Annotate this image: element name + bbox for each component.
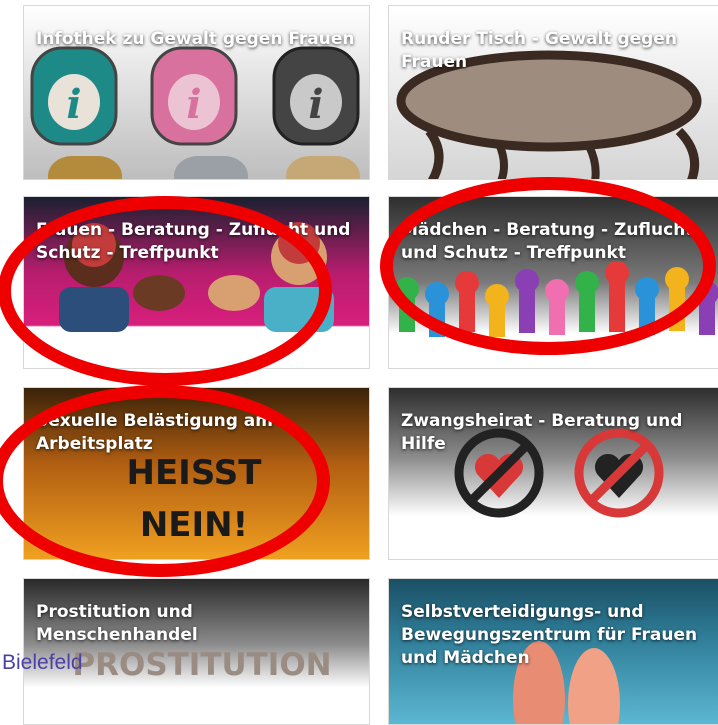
image-text-heisst: HEISST (127, 453, 263, 493)
svg-text:i: i (66, 81, 81, 128)
svg-text:i: i (308, 81, 323, 128)
tile-frauen-beratung[interactable]: Frauen - Beratung - Zuflucht und Schutz … (23, 196, 370, 369)
image-text-nein: NEIN! (140, 505, 248, 545)
svg-text:i: i (186, 81, 201, 128)
tile-title: Mädchen - Beratung - Zuflucht und Schutz… (401, 220, 694, 263)
tile-runder-tisch[interactable]: Runder Tisch - Gewalt gegen Frauen (388, 5, 718, 180)
tile-title: Zwangsheirat - Beratung und Hilfe (401, 411, 683, 454)
tile-zwangsheirat[interactable]: Zwangsheirat - Beratung und Hilfe (388, 387, 718, 560)
image-text-prostitution: PROSTITUTION (72, 647, 331, 683)
tile-title: Frauen - Beratung - Zuflucht und Schutz … (36, 220, 351, 263)
tile-maedchen-beratung[interactable]: Mädchen - Beratung - Zuflucht und Schutz… (388, 196, 718, 369)
tile-title: Sexuelle Belästigung am Arbeitsplatz (36, 411, 273, 454)
tile-title: Runder Tisch - Gewalt gegen Frauen (401, 29, 677, 72)
tile-selbstverteidigung[interactable]: Selbstverteidigungs- und Bewegungszentru… (388, 578, 718, 725)
tile-title: Selbstverteidigungs- und Bewegungszentru… (401, 602, 698, 668)
tile-title: Infothek zu Gewalt gegen Frauen (36, 29, 355, 49)
tile-infothek[interactable]: i i i Infothek zu Gewalt gegen Frauen (23, 5, 370, 180)
tile-title: Prostitution und Menschenhandel (36, 602, 198, 645)
overlay-label: Bielefeld (2, 651, 83, 674)
tile-belaestigung[interactable]: HEISST NEIN! Sexuelle Belästigung am Arb… (23, 387, 370, 560)
